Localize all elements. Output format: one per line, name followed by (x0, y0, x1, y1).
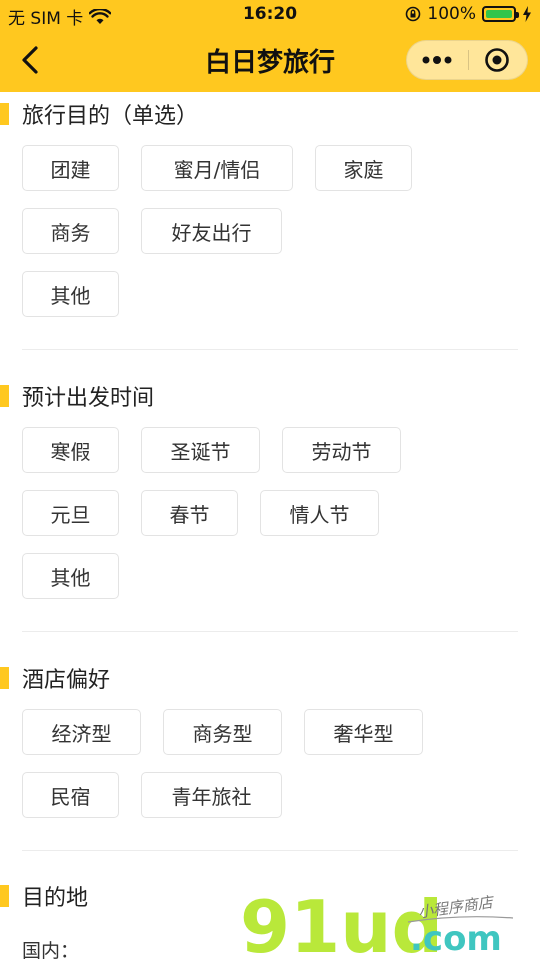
charging-bolt-icon (522, 6, 532, 22)
domestic-label: 国内： (22, 940, 80, 960)
battery-percent: 100% (427, 4, 476, 24)
option-new-year[interactable]: 元旦 (22, 490, 119, 536)
section-title-text: 酒店偏好 (22, 668, 111, 693)
target-close-icon (485, 48, 509, 72)
option-christmas[interactable]: 圣诞节 (141, 427, 260, 473)
close-mini-program-button[interactable] (467, 41, 527, 79)
section-accent-bar (0, 667, 9, 689)
section-title-text: 目的地 (22, 886, 89, 911)
section-title-text: 旅行目的（单选） (22, 104, 199, 129)
option-economy[interactable]: 经济型 (22, 709, 141, 755)
option-labor-day[interactable]: 劳动节 (282, 427, 401, 473)
option-family[interactable]: 家庭 (315, 145, 412, 191)
option-other-time[interactable]: 其他 (22, 553, 119, 599)
option-spring-festival[interactable]: 春节 (141, 490, 238, 536)
section-divider (22, 631, 518, 632)
section-divider (22, 850, 518, 851)
watermark-domain: .com (410, 919, 502, 959)
option-business[interactable]: 商务 (22, 208, 119, 254)
watermark-logo: 91ud .com 小程序商店 (240, 885, 514, 960)
section-title-text: 预计出发时间 (22, 386, 155, 411)
option-friends[interactable]: 好友出行 (141, 208, 282, 254)
section-title-hotel: 酒店偏好 (0, 658, 110, 698)
option-winter-break[interactable]: 寒假 (22, 427, 119, 473)
section-accent-bar (0, 103, 9, 125)
option-youth-hostel[interactable]: 青年旅社 (141, 772, 282, 818)
section-divider (22, 349, 518, 350)
option-other-purpose[interactable]: 其他 (22, 271, 119, 317)
orientation-lock-icon (405, 6, 421, 22)
option-luxury[interactable]: 奢华型 (304, 709, 423, 755)
option-honeymoon[interactable]: 蜜月/情侣 (141, 145, 293, 191)
option-homestay[interactable]: 民宿 (22, 772, 119, 818)
section-title-purpose: 旅行目的（单选） (0, 94, 198, 134)
status-right: 100% (405, 4, 532, 24)
app-page: 无 SIM 卡 16:20 100% 白日梦旅行 旅行目的（单选） 团建 蜜月/… (0, 0, 540, 960)
section-accent-bar (0, 385, 9, 407)
more-dots-icon (422, 56, 452, 64)
option-business-hotel[interactable]: 商务型 (163, 709, 282, 755)
section-accent-bar (0, 885, 9, 907)
nav-bar: 白日梦旅行 (0, 30, 540, 92)
more-button[interactable] (407, 41, 467, 79)
option-valentines-day[interactable]: 情人节 (260, 490, 379, 536)
section-title-destination: 目的地 (0, 876, 88, 916)
mini-program-capsule (406, 40, 528, 80)
section-title-time: 预计出发时间 (0, 376, 154, 416)
battery-icon (482, 6, 519, 22)
option-team-building[interactable]: 团建 (22, 145, 119, 191)
status-bar: 无 SIM 卡 16:20 100% (0, 0, 540, 30)
